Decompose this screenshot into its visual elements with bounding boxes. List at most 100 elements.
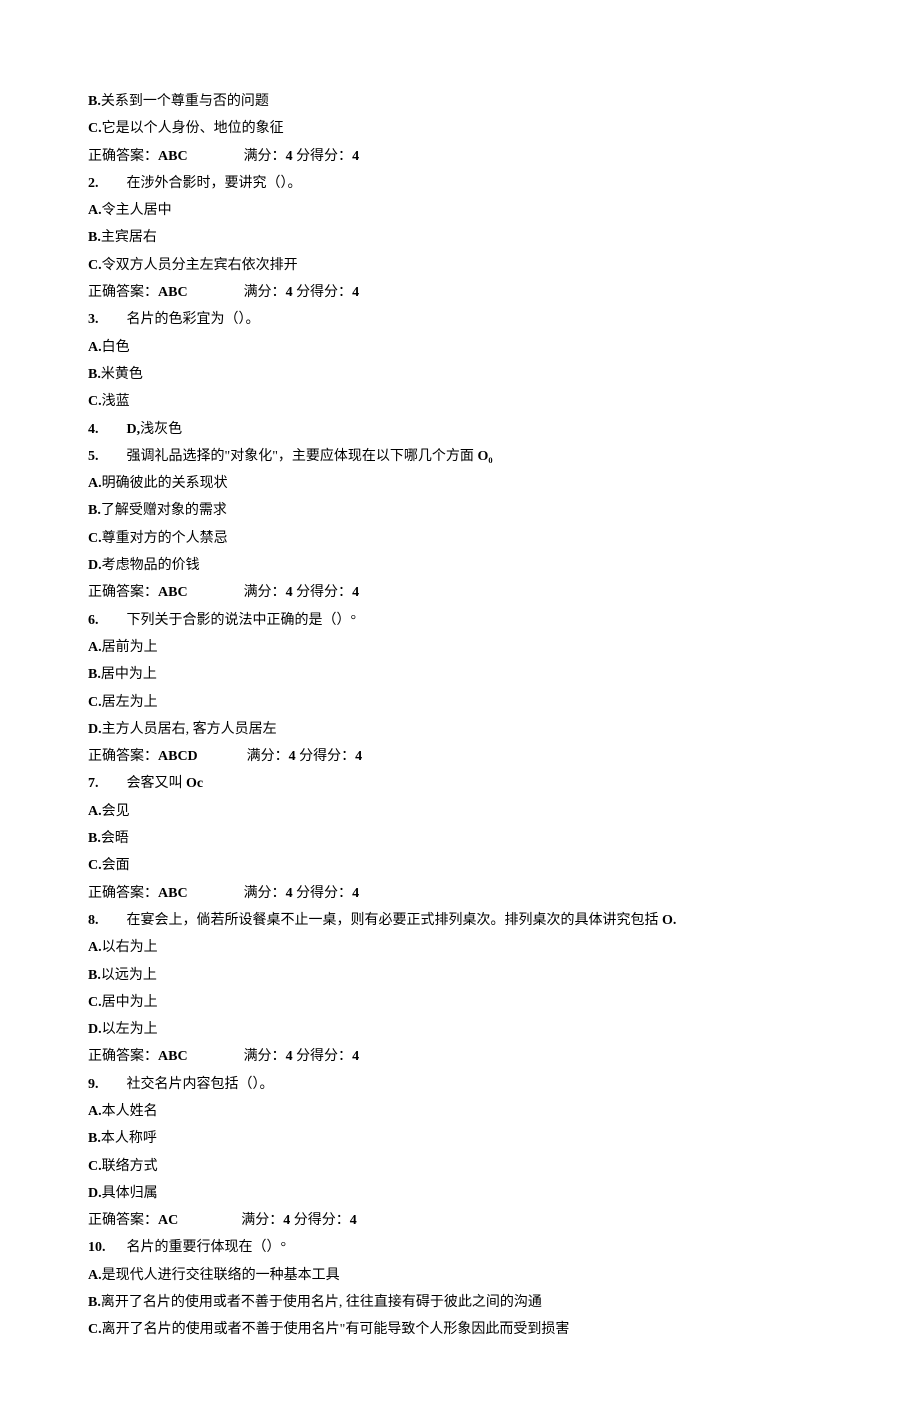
text-segment: 米黄色 (101, 367, 143, 382)
text-segment: C. (88, 695, 102, 710)
text-segment: 4 (289, 749, 296, 764)
text-segment: 会面 (102, 858, 130, 873)
text-line: B.会晤 (88, 825, 832, 852)
text-segment: 满分： (188, 149, 286, 164)
text-segment: D. (88, 1022, 102, 1037)
text-line: B.了解受赠对象的需求 (88, 497, 832, 524)
text-line: C.它是以个人身份、地位的象征 (88, 115, 832, 142)
text-segment: B. (88, 1131, 101, 1146)
text-segment: 10. (88, 1240, 106, 1255)
text-segment: 分得分： (296, 749, 356, 764)
text-segment: 4 (355, 749, 362, 764)
text-segment: 居左为上 (102, 695, 158, 710)
text-segment: 4 (350, 1213, 357, 1228)
text-segment: 本人姓名 (102, 1104, 158, 1119)
text-line: B.关系到一个尊重与否的问题 (88, 88, 832, 115)
text-line: B.居中为上 (88, 661, 832, 688)
text-segment: 主宾居右 (101, 230, 157, 245)
text-segment: 4 (286, 285, 293, 300)
text-line: B.以远为上 (88, 962, 832, 989)
text-segment: 了解受赠对象的需求 (101, 503, 227, 518)
text-segment: 社交名片内容包括（）。 (99, 1077, 274, 1092)
text-segment: AC (158, 1213, 178, 1228)
text-segment: 浅蓝 (102, 394, 130, 409)
text-segment: 满分： (188, 585, 286, 600)
text-segment: 5. (88, 449, 99, 464)
text-segment: 满分： (178, 1213, 283, 1228)
text-segment: 强调礼品选择的"对象化"，主要应体现在以下哪几个方面 (99, 449, 478, 464)
text-segment: 正确答案： (88, 1049, 158, 1064)
text-line: 7. 会客又叫 Oc (88, 770, 832, 797)
text-segment: 正确答案： (88, 749, 158, 764)
text-line: 正确答案：ABC 满分：4 分得分：4 (88, 143, 832, 170)
text-segment: 会客又叫 (99, 776, 187, 791)
text-segment: 会见 (102, 804, 130, 819)
text-line: 正确答案：ABC 满分：4 分得分：4 (88, 579, 832, 606)
text-segment: 4 (286, 585, 293, 600)
text-line: 4. D,浅灰色 (88, 416, 832, 443)
text-segment: C. (88, 1322, 102, 1337)
text-segment: 浅灰色 (140, 422, 182, 437)
text-line: 6. 下列关于合影的说法中正确的是（）° (88, 607, 832, 634)
text-line: D.以左为上 (88, 1016, 832, 1043)
text-segment: B. (88, 1295, 101, 1310)
text-segment: 7. (88, 776, 99, 791)
text-line: B.米黄色 (88, 361, 832, 388)
text-line: D.考虑物品的价钱 (88, 552, 832, 579)
text-segment: 正确答案： (88, 149, 158, 164)
text-line: 9. 社交名片内容包括（）。 (88, 1071, 832, 1098)
text-segment: 正确答案： (88, 886, 158, 901)
text-line: B.离开了名片的使用或者不善于使用名片, 往往直接有碍于彼此之间的沟通 (88, 1289, 832, 1316)
text-segment: 3. (88, 312, 99, 327)
text-segment: O. (662, 913, 676, 928)
text-segment: B. (88, 667, 101, 682)
text-segment: B. (88, 230, 101, 245)
text-segment: 明确彼此的关系现状 (102, 476, 228, 491)
text-segment: 白色 (102, 340, 130, 355)
text-line: 正确答案：ABC 满分：4 分得分：4 (88, 1043, 832, 1070)
text-segment: 是现代人进行交往联络的一种基本工具 (102, 1268, 340, 1283)
text-segment: 满分： (188, 886, 286, 901)
text-line: C.浅蓝 (88, 388, 832, 415)
text-segment: 分得分： (293, 886, 353, 901)
text-segment: 4 (352, 285, 359, 300)
text-segment: 在涉外合影时，要讲究（）。 (99, 176, 302, 191)
text-line: A.本人姓名 (88, 1098, 832, 1125)
text-segment: C. (88, 531, 102, 546)
text-segment: ABCD (158, 749, 198, 764)
text-segment: 正确答案： (88, 585, 158, 600)
text-segment: C. (88, 858, 102, 873)
text-segment: 分得分： (290, 1213, 350, 1228)
text-segment: 它是以个人身份、地位的象征 (102, 121, 284, 136)
text-segment: 8. (88, 913, 99, 928)
text-segment: 分得分： (293, 285, 353, 300)
text-line: 正确答案：ABC 满分：4 分得分：4 (88, 880, 832, 907)
text-line: C.离开了名片的使用或者不善于使用名片"有可能导致个人形象因此而受到损害 (88, 1316, 832, 1343)
text-segment: 2. (88, 176, 99, 191)
text-line: 10. 名片的重要行体现在（）° (88, 1234, 832, 1261)
text-segment: 以左为上 (102, 1022, 158, 1037)
text-segment: O₀ (477, 449, 492, 464)
text-line: C.会面 (88, 852, 832, 879)
text-segment: 分得分： (293, 585, 353, 600)
text-line: C.居左为上 (88, 689, 832, 716)
text-segment: 4 (286, 149, 293, 164)
text-line: D.主方人员居右, 客方人员居左 (88, 716, 832, 743)
text-line: B.本人称呼 (88, 1125, 832, 1152)
text-line: A.是现代人进行交往联络的一种基本工具 (88, 1262, 832, 1289)
text-segment: A. (88, 640, 102, 655)
text-line: 正确答案：ABC 满分：4 分得分：4 (88, 279, 832, 306)
text-line: 5. 强调礼品选择的"对象化"，主要应体现在以下哪几个方面 O₀ (88, 443, 832, 470)
text-line: 3. 名片的色彩宜为（）。 (88, 306, 832, 333)
text-line: C.令双方人员分主左宾右依次排开 (88, 252, 832, 279)
text-segment: 令双方人员分主左宾右依次排开 (102, 258, 298, 273)
text-segment: 在宴会上，倘若所设餐桌不止一桌，则有必要正式排列桌次。排列桌次的具体讲究包括 (99, 913, 663, 928)
text-segment: 4 (286, 1049, 293, 1064)
text-segment: 关系到一个尊重与否的问题 (101, 94, 269, 109)
text-segment: B. (88, 367, 101, 382)
text-segment: 正确答案： (88, 1213, 158, 1228)
text-segment: A. (88, 1268, 102, 1283)
text-segment: ABC (158, 285, 188, 300)
text-line: 8. 在宴会上，倘若所设餐桌不止一桌，则有必要正式排列桌次。排列桌次的具体讲究包… (88, 907, 832, 934)
text-segment: 下列关于合影的说法中正确的是（）° (99, 613, 357, 628)
